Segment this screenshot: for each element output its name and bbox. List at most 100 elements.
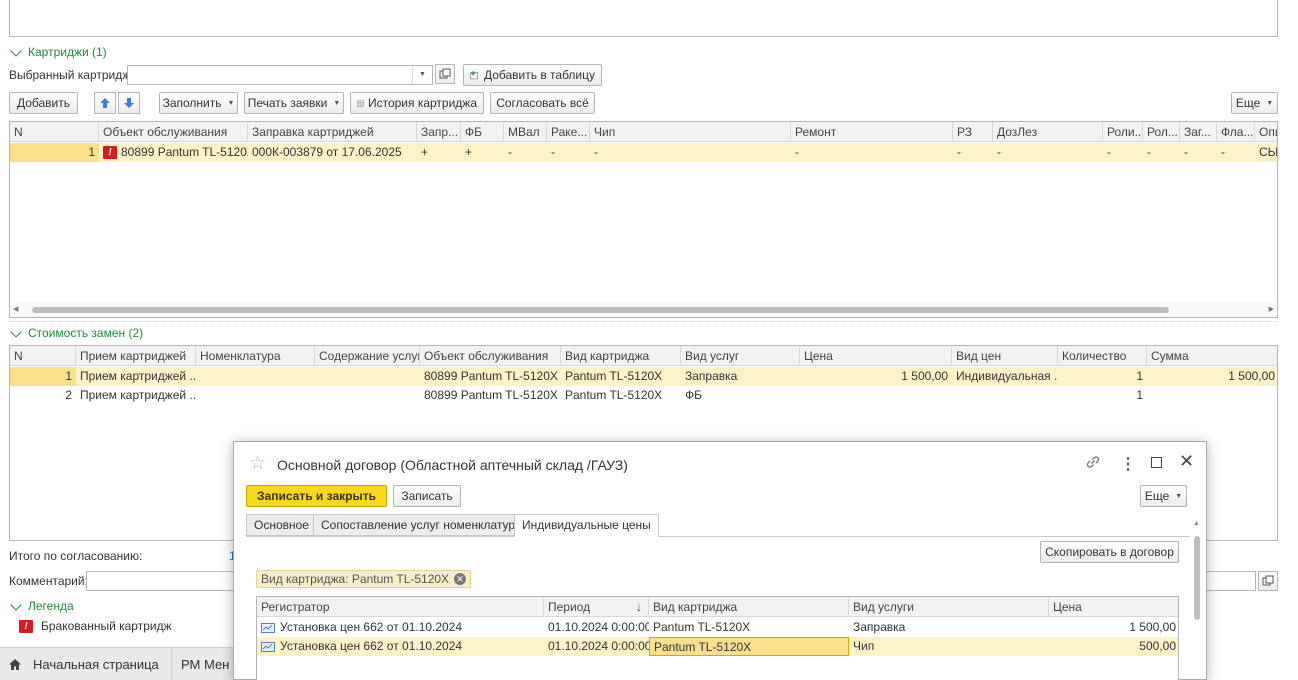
open-comment-button[interactable] xyxy=(1258,571,1278,591)
column-header[interactable]: Период ↓ xyxy=(544,597,649,617)
column-header[interactable]: Объект обслуживания xyxy=(420,346,561,366)
column-header[interactable]: МВал xyxy=(504,122,547,142)
taskbar: Начальная страница РМ Мен xyxy=(0,647,240,680)
move-down-button[interactable] xyxy=(118,92,140,114)
save-and-close-button[interactable]: Записать и закрыть xyxy=(246,485,387,507)
dropdown-arrow-icon[interactable]: ▼ xyxy=(412,66,432,84)
dialog-more-button[interactable]: Еще ▼ xyxy=(1140,485,1187,507)
tab-service-mapping[interactable]: Сопоставление услуг номенклатуре xyxy=(313,514,530,536)
table-row[interactable]: Установка цен 662 от 01.10.2024 01.10.20… xyxy=(257,637,1178,656)
defect-icon: ! xyxy=(19,619,33,633)
column-header[interactable]: Роли... xyxy=(1103,122,1143,142)
cell xyxy=(800,386,952,405)
add-to-table-button[interactable]: Добавить в таблицу xyxy=(463,64,602,86)
column-header[interactable]: N xyxy=(10,346,76,366)
print-request-button[interactable]: Печать заявки ▼ xyxy=(244,92,344,114)
table-row[interactable]: 1 Прием картриджей ... 80899 Pantum TL-5… xyxy=(10,367,1277,386)
cell: ФБ xyxy=(685,388,702,402)
column-header[interactable]: Содержание услуг xyxy=(315,346,420,366)
scroll-left-icon[interactable]: ◀ xyxy=(13,305,18,313)
column-header[interactable]: Номенклатура xyxy=(196,346,315,366)
cell: 01.10.2024 0:00:00 xyxy=(548,620,649,634)
cell: Pantum TL-5120X xyxy=(653,620,751,634)
column-header[interactable]: Рол... xyxy=(1143,122,1180,142)
legend-item: ! Бракованный картридж xyxy=(19,619,172,633)
column-header[interactable]: ФБ xyxy=(461,122,504,142)
cell: - xyxy=(795,145,799,159)
costs-section-header[interactable]: Стоимость замен (2) xyxy=(9,325,143,340)
column-header[interactable]: Сумма xyxy=(1147,346,1277,366)
column-header[interactable]: ДозЛез xyxy=(993,122,1103,142)
taskbar-tab[interactable]: РМ Мен xyxy=(173,648,240,680)
table-header: Регистратор Период ↓ Вид картриджа Вид ус… xyxy=(257,597,1178,617)
open-cartridge-button[interactable] xyxy=(435,64,455,84)
cell-registrar: Установка цен 662 от 01.10.2024 xyxy=(257,637,544,656)
table-row[interactable]: 2 Прием картриджей ... 80899 Pantum TL-5… xyxy=(10,386,1277,405)
cell xyxy=(315,386,420,405)
legend-section-header[interactable]: Легенда xyxy=(9,598,74,613)
cell xyxy=(196,367,315,386)
cartridge-history-button[interactable]: История картриджа xyxy=(350,92,484,114)
tab-individual-prices[interactable]: Индивидуальные цены xyxy=(514,514,659,537)
cell: Заправка xyxy=(853,620,906,634)
column-header[interactable]: Запр... xyxy=(417,122,461,142)
copy-to-contract-button[interactable]: Скопировать в договор xyxy=(1040,541,1179,563)
column-header[interactable]: Вид картриджа xyxy=(649,597,849,617)
column-header[interactable]: Чип xyxy=(590,122,791,142)
horizontal-scrollbar[interactable]: ◀ ▶ xyxy=(10,303,1277,317)
vertical-scrollbar[interactable]: ▲ xyxy=(1191,520,1203,680)
selected-cartridge-input[interactable]: ▼ xyxy=(127,65,433,85)
maximize-icon[interactable] xyxy=(1151,457,1162,468)
defect-icon: ! xyxy=(103,146,117,160)
column-header[interactable]: Заправка картриджей xyxy=(248,122,417,142)
column-header[interactable]: Вид услуги xyxy=(849,597,1049,617)
cartridges-section-header[interactable]: Картриджи (1) xyxy=(9,44,107,59)
remove-filter-icon[interactable]: ✕ xyxy=(454,573,467,585)
add-table-icon xyxy=(470,71,479,80)
column-header[interactable]: Регистратор xyxy=(257,597,544,617)
column-header[interactable]: Цена xyxy=(800,346,952,366)
prices-table[interactable]: Регистратор Период ↓ Вид картриджа Вид ус… xyxy=(256,596,1179,680)
agree-all-button[interactable]: Согласовать всё xyxy=(490,92,595,114)
open-icon xyxy=(439,68,451,79)
column-header[interactable]: Цена xyxy=(1049,597,1178,617)
filter-chip[interactable]: Вид картриджа: Pantum TL-5120X ✕ xyxy=(256,570,472,588)
legend-section-title: Легенда xyxy=(28,599,74,613)
column-header[interactable]: N xyxy=(10,122,99,142)
scrollbar-thumb[interactable] xyxy=(1194,536,1200,620)
favorite-star-icon[interactable]: ☆ xyxy=(249,452,266,475)
scroll-up-icon[interactable]: ▲ xyxy=(1193,520,1200,527)
dialog-title: Основной договор (Областной аптечный скл… xyxy=(277,457,628,473)
move-up-button[interactable] xyxy=(94,92,116,114)
link-icon[interactable] xyxy=(1085,454,1101,470)
table-row[interactable]: 1 ! 80899 Pantum TL-5120X 000К-003879 от … xyxy=(10,143,1277,162)
column-header[interactable]: Ремонт xyxy=(791,122,953,142)
column-header[interactable]: Вид услуг xyxy=(681,346,800,366)
column-header[interactable]: Раке... xyxy=(547,122,590,142)
column-header[interactable]: Количество xyxy=(1058,346,1147,366)
more-options-icon[interactable]: ⋮ xyxy=(1120,454,1136,474)
cell-focused[interactable]: Pantum TL-5120X xyxy=(649,637,849,656)
column-header[interactable]: Фла... xyxy=(1217,122,1255,142)
column-header[interactable]: Вид цен xyxy=(952,346,1058,366)
add-button[interactable]: Добавить xyxy=(9,92,78,114)
scroll-right-icon[interactable]: ▶ xyxy=(1269,305,1274,313)
close-icon[interactable]: ✕ xyxy=(1179,451,1194,472)
cartridges-table[interactable]: N Объект обслуживания Заправка картридже… xyxy=(9,121,1278,318)
column-header[interactable]: РЗ xyxy=(953,122,993,142)
column-header[interactable]: Вид картриджа xyxy=(561,346,681,366)
table-row[interactable]: Установка цен 662 от 01.10.2024 01.10.20… xyxy=(257,618,1178,637)
column-header[interactable]: Прием картриджей xyxy=(76,346,196,366)
tab-main[interactable]: Основное xyxy=(246,514,317,536)
arrow-down-icon xyxy=(124,98,134,108)
taskbar-home[interactable]: Начальная страница xyxy=(0,648,172,680)
row-number: 2 xyxy=(65,388,72,402)
column-header[interactable]: Объект обслуживания xyxy=(99,122,248,142)
save-button[interactable]: Записать xyxy=(393,485,461,507)
top-panel xyxy=(9,0,1278,37)
more-button[interactable]: Еще ▼ xyxy=(1231,92,1278,114)
column-header[interactable]: Опи xyxy=(1255,122,1277,142)
fill-button[interactable]: Заполнить ▼ xyxy=(159,92,238,114)
scrollbar-thumb[interactable] xyxy=(32,307,1169,313)
column-header[interactable]: Заг... xyxy=(1180,122,1217,142)
